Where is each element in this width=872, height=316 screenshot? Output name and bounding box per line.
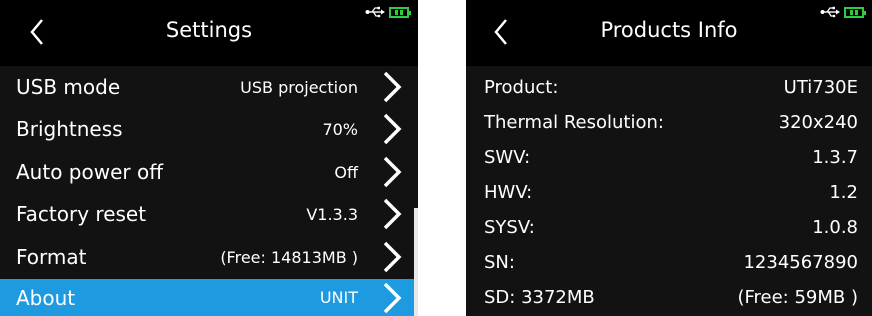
settings-topbar: Settings: [0, 0, 418, 66]
chevron-right-icon: [383, 198, 402, 230]
status-bar: [820, 6, 866, 18]
row-value: 70%: [322, 119, 358, 139]
info-value: 1.2: [829, 181, 858, 203]
info-row-sd: SD: 3372MB (Free: 59MB ): [466, 276, 872, 316]
info-value: 1234567890: [743, 251, 858, 273]
info-value: 1.0.8: [812, 216, 858, 238]
row-value: USB projection: [240, 77, 358, 97]
row-label: Format: [16, 245, 87, 269]
chevron-right-icon: [383, 282, 402, 314]
info-label: HWV:: [484, 181, 533, 203]
settings-row-format[interactable]: Format (Free: 14813MB ): [0, 236, 418, 278]
row-label: Brightness: [16, 117, 123, 141]
page-title: Products Info: [600, 18, 738, 42]
chevron-right-icon: [383, 113, 402, 145]
status-bar: [365, 6, 411, 18]
settings-row-usb-mode[interactable]: USB mode USB projection: [0, 66, 418, 108]
chevron-right-icon: [383, 156, 402, 188]
info-label: Product:: [484, 76, 559, 98]
row-label: Factory reset: [16, 202, 147, 226]
row-value: V1.3.3: [306, 204, 358, 224]
info-value: 320x240: [778, 111, 858, 133]
usb-icon: [820, 6, 840, 18]
settings-row-brightness[interactable]: Brightness 70%: [0, 108, 418, 150]
row-value: UNIT: [319, 288, 358, 307]
info-value: 1.3.7: [812, 146, 858, 168]
row-value: Off: [334, 162, 358, 182]
row-label: USB mode: [16, 75, 121, 99]
info-label: SD: 3372MB: [484, 286, 595, 308]
battery-charging-icon: [389, 6, 411, 18]
info-label: SN:: [484, 251, 515, 273]
row-label: Auto power off: [16, 160, 163, 184]
products-info-screen: Products Info Product: UTi730E Thermal R…: [466, 0, 872, 316]
chevron-right-icon: [383, 241, 402, 273]
settings-row-about[interactable]: About UNIT: [0, 279, 418, 316]
settings-row-factory-reset[interactable]: Factory reset V1.3.3: [0, 193, 418, 235]
settings-screen: Settings USB mode USB projection Brightn…: [0, 0, 418, 316]
row-label: About: [16, 285, 76, 310]
usb-icon: [365, 6, 385, 18]
page-title: Settings: [165, 18, 253, 42]
info-label: Thermal Resolution:: [484, 111, 664, 133]
settings-row-auto-power-off[interactable]: Auto power off Off: [0, 151, 418, 193]
info-label: SWV:: [484, 146, 531, 168]
info-label: SYSV:: [484, 216, 535, 238]
scrollbar[interactable]: [414, 208, 418, 316]
info-value: UTi730E: [783, 76, 858, 98]
row-value: (Free: 14813MB ): [220, 247, 358, 267]
info-value: (Free: 59MB ): [737, 286, 858, 308]
info-topbar: Products Info: [466, 0, 872, 66]
chevron-right-icon: [383, 71, 402, 103]
battery-charging-icon: [844, 6, 866, 18]
